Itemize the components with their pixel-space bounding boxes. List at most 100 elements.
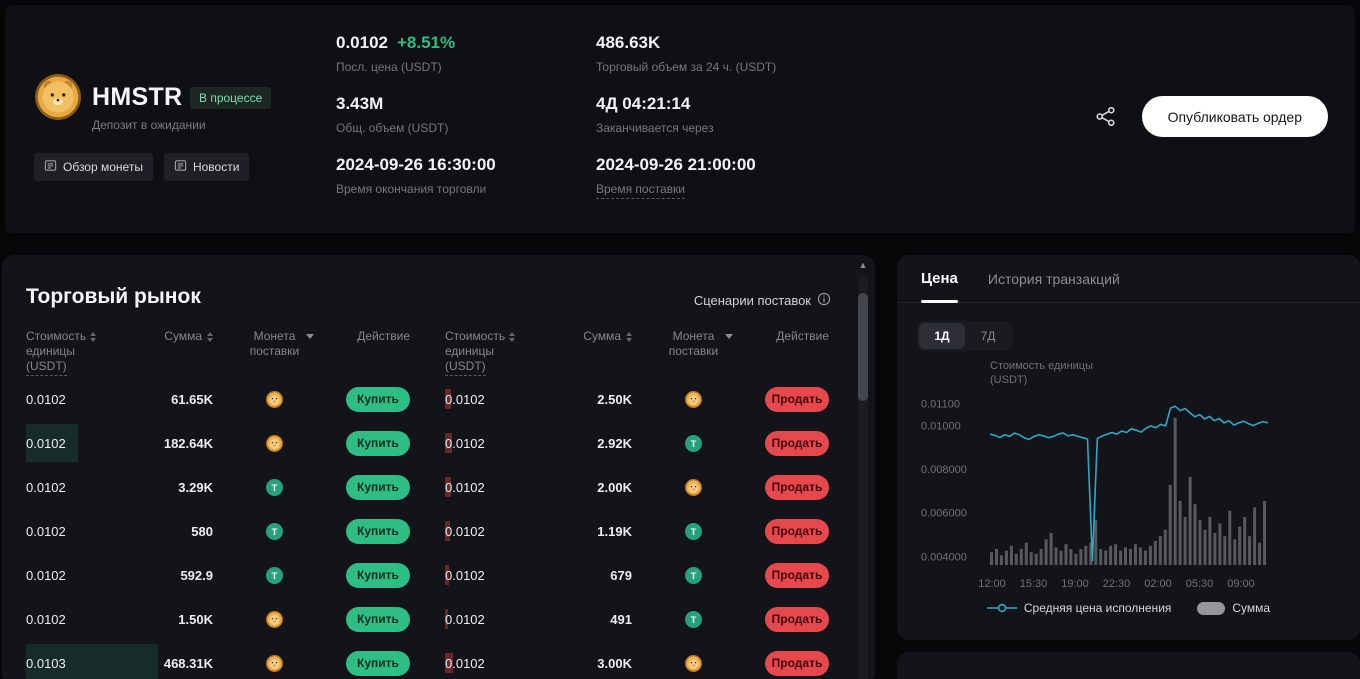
delivery-scenarios-link[interactable]: Сценарии поставок <box>694 292 831 309</box>
usdt-coin-icon: T <box>632 611 755 628</box>
hmstr-coin-icon <box>213 655 336 672</box>
trading-end-time-stat: 2024-09-26 16:30:00Время окончания торго… <box>336 155 596 216</box>
svg-text:T: T <box>272 570 278 580</box>
order-amount: 679 <box>525 568 632 583</box>
svg-text:0.006000: 0.006000 <box>921 508 967 520</box>
stat-label: Заканчивается через <box>596 121 926 135</box>
svg-text:15:30: 15:30 <box>1020 578 1048 590</box>
order-amount: 2.00K <box>525 480 632 495</box>
stat-label: Время поставки <box>596 182 926 196</box>
buy-button[interactable]: Купить <box>346 607 410 632</box>
sell-button[interactable]: Продать <box>765 607 829 632</box>
usdt-coin-icon: T <box>632 435 755 452</box>
legend-amount-label: Сумма <box>1232 601 1270 615</box>
sort-icon <box>90 332 96 342</box>
buy-order-row: 0.0102182.64KКупить <box>26 421 410 465</box>
coin-filter-dropdown[interactable]: Монета поставки <box>632 329 755 377</box>
volume-24h-stat: 486.63KТорговый объем за 24 ч. (USDT) <box>596 33 926 94</box>
svg-text:T: T <box>691 526 697 536</box>
scrollbar-thumb[interactable] <box>858 293 868 401</box>
order-price: 0.0102 <box>26 480 106 495</box>
column-header-action: Действие <box>755 329 829 377</box>
order-price: 0.0102 <box>445 656 525 671</box>
buy-button[interactable]: Купить <box>346 651 410 676</box>
range-toggle: 1Д 7Д <box>917 321 1013 351</box>
order-amount: 2.50K <box>525 392 632 407</box>
tab-price[interactable]: Цена <box>921 255 958 302</box>
order-amount: 1.19K <box>525 524 632 539</box>
column-header-amount[interactable]: Сумма <box>525 329 632 377</box>
deposit-status-text: Депозит в ожидании <box>92 118 206 132</box>
trading-market-panel: Торговый рынок Сценарии поставок Стоимос… <box>2 255 875 679</box>
delivery-time-stat: 2024-09-26 21:00:00Время поставки <box>596 155 926 216</box>
news-button[interactable]: Новости <box>164 153 249 181</box>
buy-button[interactable]: Купить <box>346 387 410 412</box>
sell-button[interactable]: Продать <box>765 387 829 412</box>
stat-value: 486.63K <box>596 33 926 53</box>
column-header-price[interactable]: Стоимость единицы (USDT) <box>445 329 525 377</box>
hmstr-coin-icon <box>213 611 336 628</box>
coin-overview-button[interactable]: Обзор монеты <box>34 153 153 181</box>
sell-button[interactable]: Продать <box>765 651 829 676</box>
range-7d-button[interactable]: 7Д <box>965 323 1011 349</box>
sort-icon <box>509 332 515 342</box>
legend-avg-price: Средняя цена исполнения <box>987 601 1172 615</box>
buy-button[interactable]: Купить <box>346 431 410 456</box>
svg-text:19:00: 19:00 <box>1061 578 1089 590</box>
publish-order-button[interactable]: Опубликовать ордер <box>1142 96 1328 137</box>
sell-order-row: 0.01022.50KПродать <box>445 377 829 421</box>
coin-filter-dropdown[interactable]: Монета поставки <box>213 329 336 377</box>
buy-button[interactable]: Купить <box>346 563 410 588</box>
range-1d-button[interactable]: 1Д <box>919 323 965 349</box>
sell-order-row: 0.0102491TПродать <box>445 597 829 641</box>
sell-button[interactable]: Продать <box>765 431 829 456</box>
price-change: +8.51% <box>397 33 455 52</box>
tab-transaction-history[interactable]: История транзакций <box>988 255 1120 302</box>
buy-order-row: 0.01021.50K Купить <box>26 597 410 641</box>
buy-button[interactable]: Купить <box>346 475 410 500</box>
sell-button[interactable]: Продать <box>765 519 829 544</box>
buy-order-table: Стоимость единицы (USDT)СуммаМонета пост… <box>26 329 410 679</box>
hmstr-coin-icon <box>632 479 755 496</box>
buy-button[interactable]: Купить <box>346 519 410 544</box>
order-price: 0.0102 <box>445 568 525 583</box>
column-header-price[interactable]: Стоимость единицы (USDT) <box>26 329 106 377</box>
news-label: Новости <box>193 160 239 174</box>
last-price-stat: 0.0102+8.51%Посл. цена (USDT) <box>336 33 596 94</box>
svg-text:0.01100: 0.01100 <box>921 399 960 411</box>
order-amount: 3.29K <box>106 480 213 495</box>
hmstr-coin-icon <box>632 655 755 672</box>
usdt-coin-icon: T <box>213 479 336 496</box>
usdt-coin-icon: T <box>632 523 755 540</box>
stat-label: Время окончания торговли <box>336 182 596 196</box>
order-price: 0.0102 <box>445 436 525 451</box>
order-amount: 592.9 <box>106 568 213 583</box>
column-header-action: Действие <box>336 329 410 377</box>
buy-order-row: 0.0102580TКупить <box>26 509 410 553</box>
order-price: 0.0102 <box>26 436 106 451</box>
stat-value: 0.0102+8.51% <box>336 33 596 53</box>
sell-button[interactable]: Продать <box>765 475 829 500</box>
stats-grid: 0.0102+8.51%Посл. цена (USDT)486.63KТорг… <box>336 33 926 216</box>
sell-button[interactable]: Продать <box>765 563 829 588</box>
news-icon <box>174 159 187 175</box>
sell-table-header: Стоимость единицы (USDT)СуммаМонета пост… <box>445 329 829 377</box>
svg-text:0.008000: 0.008000 <box>921 464 967 476</box>
scroll-up-icon[interactable]: ▲ <box>857 259 869 273</box>
share-icon[interactable] <box>1094 105 1117 131</box>
total-volume-stat: 3.43MОбщ. объем (USDT) <box>336 94 596 155</box>
order-amount: 2.92K <box>525 436 632 451</box>
order-price: 0.0102 <box>445 524 525 539</box>
caret-down-icon <box>725 334 733 339</box>
hmstr-coin-icon <box>632 391 755 408</box>
delivery-scenarios-label: Сценарии поставок <box>694 293 811 308</box>
order-price: 0.0102 <box>26 568 106 583</box>
legend-amount: Сумма <box>1197 601 1270 615</box>
sell-order-row: 0.01023.00KПродать <box>445 641 829 679</box>
chart-legend: Средняя цена исполнения Сумма <box>897 601 1360 615</box>
column-header-amount[interactable]: Сумма <box>106 329 213 377</box>
svg-text:T: T <box>272 482 278 492</box>
order-price: 0.0102 <box>26 612 106 627</box>
scrollbar[interactable]: ▲ <box>857 259 869 679</box>
order-amount: 1.50K <box>106 612 213 627</box>
